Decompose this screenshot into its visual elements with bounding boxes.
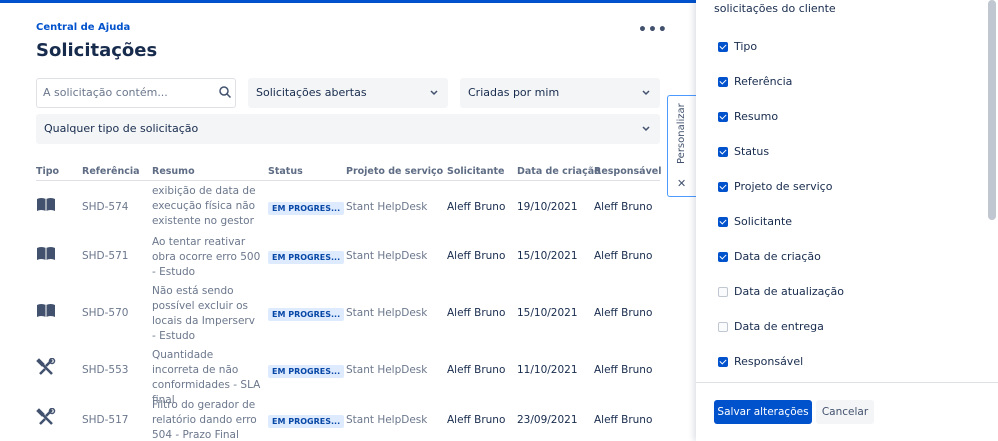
personalize-button[interactable]: ✕ Personalizar xyxy=(667,95,697,197)
option-label: Referência xyxy=(734,75,793,88)
panel-scrollbar[interactable] xyxy=(988,0,996,220)
project-cell: Stant HelpDesk xyxy=(346,414,428,426)
breadcrumb[interactable]: Central de Ajuda xyxy=(36,22,130,33)
status-badge: EM PROGRES... xyxy=(268,308,345,321)
reference-cell[interactable]: SHD-517 xyxy=(82,414,128,426)
checkbox[interactable] xyxy=(718,252,728,262)
status-filter-value: Solicitações abertas xyxy=(256,86,367,99)
type-filter-value: Qualquer tipo de solicitação xyxy=(44,122,199,135)
checkbox[interactable] xyxy=(718,322,728,332)
status-badge: EM PROGRES... xyxy=(268,251,345,264)
assignee-cell: Aleff Bruno xyxy=(594,250,653,262)
requester-cell: Aleff Bruno xyxy=(447,201,506,213)
reference-cell[interactable]: SHD-574 xyxy=(82,201,128,213)
tools-icon xyxy=(36,358,56,375)
header-divider xyxy=(36,180,660,181)
created-cell: 15/10/2021 xyxy=(517,250,578,262)
requester-cell: Aleff Bruno xyxy=(447,364,506,376)
creator-filter-value: Criadas por mim xyxy=(468,86,560,99)
option-label: Data de criação xyxy=(734,250,821,263)
summary-cell[interactable]: Não está sendo possível excluir os locai… xyxy=(152,284,262,344)
summary-cell[interactable]: exibição de data de execução física não … xyxy=(152,184,262,229)
book-icon xyxy=(37,198,55,211)
book-icon xyxy=(37,247,55,260)
checkbox[interactable] xyxy=(718,357,728,367)
column-header-status: Status xyxy=(268,166,303,177)
requester-cell: Aleff Bruno xyxy=(447,307,506,319)
creator-filter-select[interactable]: Criadas por mim xyxy=(460,78,660,108)
reference-cell[interactable]: SHD-570 xyxy=(82,307,128,319)
panel-heading: solicitações do cliente xyxy=(714,2,836,15)
project-cell: Stant HelpDesk xyxy=(346,201,428,213)
status-badge: EM PROGRES... xyxy=(268,202,345,215)
tools-icon xyxy=(36,408,56,425)
chevron-down-icon xyxy=(642,90,650,96)
table-row[interactable]: SHD-570 Não está sendo possível excluir … xyxy=(36,284,660,344)
checkbox[interactable] xyxy=(718,287,728,297)
column-header-project: Projeto de serviço xyxy=(346,166,444,177)
project-cell: Stant HelpDesk xyxy=(346,364,428,376)
project-cell: Stant HelpDesk xyxy=(346,307,428,319)
option-label: Responsável xyxy=(734,355,804,368)
close-icon: ✕ xyxy=(677,177,687,190)
column-header-type: Tipo xyxy=(36,166,60,177)
created-cell: 23/09/2021 xyxy=(517,414,578,426)
option-label: Status xyxy=(734,145,770,158)
cancel-button[interactable]: Cancelar xyxy=(816,400,874,424)
assignee-cell: Aleff Bruno xyxy=(594,201,653,213)
top-accent-bar xyxy=(0,0,696,3)
book-icon xyxy=(37,304,55,317)
type-filter-select[interactable]: Qualquer tipo de solicitação xyxy=(36,114,660,144)
table-row[interactable]: SHD-517 Filtro do gerador de relatório d… xyxy=(36,398,660,441)
assignee-cell: Aleff Bruno xyxy=(594,364,653,376)
requester-cell: Aleff Bruno xyxy=(447,414,506,426)
table-row[interactable]: SHD-574 exibição de data de execução fís… xyxy=(36,184,660,230)
checkbox[interactable] xyxy=(718,42,728,52)
personalize-label: Personalizar xyxy=(676,103,687,164)
option-label: Resumo xyxy=(734,110,779,123)
summary-cell[interactable]: Ao tentar reativar obra ocorre erro 500 … xyxy=(152,235,262,280)
table-row[interactable]: SHD-553 Quantidade incorreta de não conf… xyxy=(36,348,660,406)
status-badge: EM PROGRES... xyxy=(268,365,345,378)
checkbox[interactable] xyxy=(718,147,728,157)
summary-cell[interactable]: Filtro do gerador de relatório dando err… xyxy=(152,398,262,441)
option-label: Tipo xyxy=(734,40,758,53)
option-label: Data de entrega xyxy=(734,320,824,333)
assignee-cell: Aleff Bruno xyxy=(594,307,653,319)
reference-cell[interactable]: SHD-571 xyxy=(82,250,128,262)
created-cell: 11/10/2021 xyxy=(517,364,578,376)
assignee-cell: Aleff Bruno xyxy=(594,414,653,426)
panel-footer-divider xyxy=(696,382,998,383)
save-changes-button[interactable]: Salvar alterações xyxy=(714,400,812,424)
more-actions-button[interactable]: ••• xyxy=(638,22,668,38)
created-cell: 15/10/2021 xyxy=(517,307,578,319)
checkbox[interactable] xyxy=(718,182,728,192)
chevron-down-icon xyxy=(642,126,650,132)
created-cell: 19/10/2021 xyxy=(517,201,578,213)
column-header-assignee: Responsável xyxy=(594,166,662,177)
table-row[interactable]: SHD-571 Ao tentar reativar obra ocorre e… xyxy=(36,235,660,281)
project-cell: Stant HelpDesk xyxy=(346,250,428,262)
requester-cell: Aleff Bruno xyxy=(447,250,506,262)
chevron-down-icon xyxy=(430,90,438,96)
column-header-reference: Referência xyxy=(82,166,140,177)
option-label: Solicitante xyxy=(734,215,793,228)
checkbox[interactable] xyxy=(718,217,728,227)
checkbox[interactable] xyxy=(718,112,728,122)
status-badge: EM PROGRES... xyxy=(268,415,345,428)
status-filter-select[interactable]: Solicitações abertas xyxy=(248,78,448,108)
option-label: Projeto de serviço xyxy=(734,180,833,193)
reference-cell[interactable]: SHD-553 xyxy=(82,364,128,376)
column-header-requester: Solicitante xyxy=(447,166,505,177)
search-icon[interactable] xyxy=(218,85,232,99)
column-header-created: Data de criação xyxy=(517,166,601,177)
page-title: Solicitações xyxy=(36,40,158,61)
option-label: Data de atualização xyxy=(734,285,844,298)
column-settings-panel: solicitações do cliente Tipo Referência … xyxy=(696,0,998,441)
checkbox[interactable] xyxy=(718,77,728,87)
column-header-summary: Resumo xyxy=(152,166,195,177)
search-input[interactable]: A solicitação contém... xyxy=(36,78,236,108)
